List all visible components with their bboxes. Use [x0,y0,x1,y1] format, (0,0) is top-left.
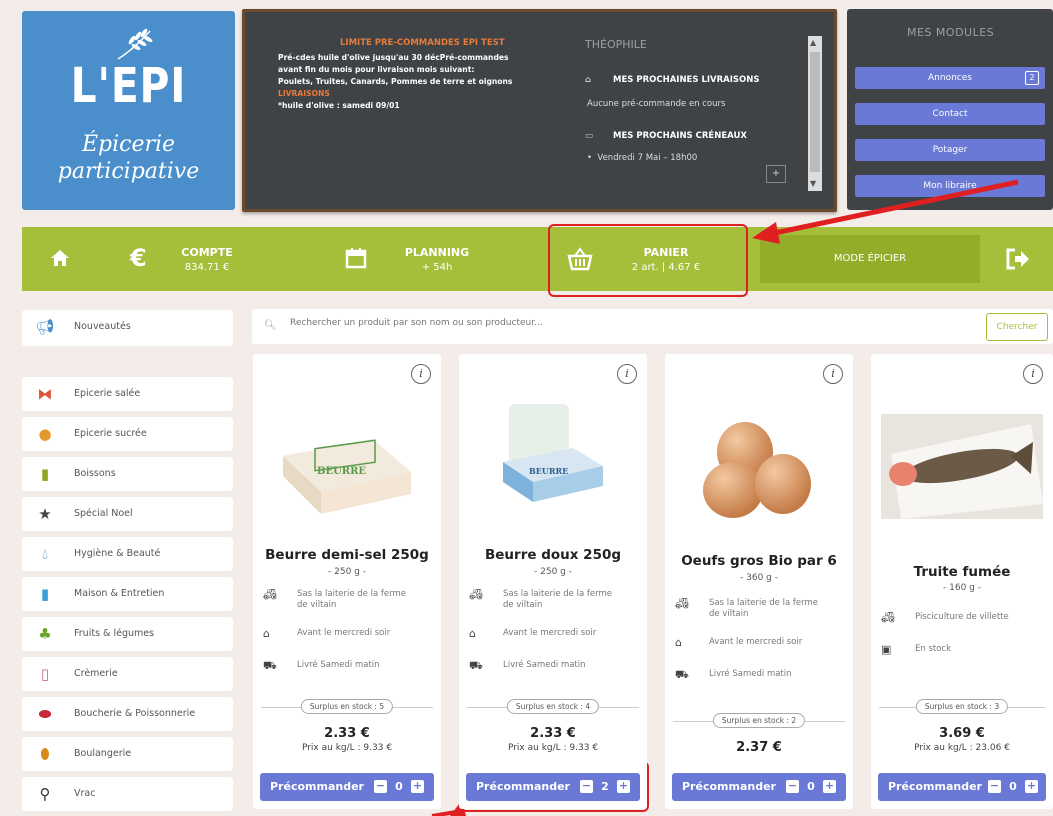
product-name: Truite fumée [913,564,1011,580]
megaphone-icon: 📢︎ [35,318,55,336]
quantity-value: 2 [601,780,609,793]
product-weight: - 250 g - [534,567,572,577]
store-icon: ▣ [881,643,892,656]
category-epicerie-sucree[interactable]: ● Epicerie sucrée [22,417,233,451]
category-cremerie[interactable]: ▯ Crèmerie [22,657,233,691]
quantity-value: 0 [807,780,815,793]
tractor-icon: 🚜︎ [263,588,277,601]
category-epicerie-salee[interactable]: ⧓ Epicerie salée [22,377,233,411]
tractor-icon: 🚜︎ [881,611,895,624]
product-weight: - 360 g - [740,573,778,583]
star-icon: ★ [38,505,52,523]
truck-icon: ⛟ [469,659,483,672]
svg-text:BEURRE: BEURRE [529,466,568,476]
product-image[interactable]: BEURRE [469,394,637,529]
category-hygiene-beaute[interactable]: 💧︎ Hygiène & Beauté [22,537,233,571]
vegetables-icon: ♣ [38,625,52,643]
product-card: i BEURRE Beurre demi-sel 250g - 250 g - … [253,354,441,809]
plus-button[interactable]: + [411,780,424,793]
product-card: i Oeufs gros Bio par 6 - 360 g - 🚜︎ Sas l… [665,354,853,809]
product-card: i Truite fumée - 160 g - 🚜︎ Pisciculture … [871,354,1053,809]
basket-icon: ⌂ [675,636,682,649]
milk-icon: ▯ [40,665,50,683]
search-button[interactable]: Chercher [986,313,1048,341]
search-input[interactable] [290,318,890,328]
preorder-button[interactable]: Précommander − 0 + [672,773,846,801]
search-bar: 🔍︎ Chercher [252,309,1053,344]
minus-button[interactable]: − [374,780,387,793]
tractor-icon: 🚜︎ [675,597,689,610]
category-boissons[interactable]: ▮ Boissons [22,457,233,491]
plus-button[interactable]: + [823,780,836,793]
quantity-value: 0 [1009,780,1017,793]
product-image[interactable] [881,394,1043,529]
meat-icon: ⬬ [38,705,52,723]
basket-icon: ⌂ [263,627,270,640]
price-per-kg: Prix au kg/L : 9.33 € [507,743,599,753]
minus-button[interactable]: − [580,780,593,793]
surplus-badge: Surplus en stock : 5 [300,699,394,714]
category-vrac[interactable]: ⚲ Vrac [22,777,233,811]
svg-text:BEURRE: BEURRE [317,466,366,477]
product-weight: - 160 g - [943,583,981,593]
surplus-badge: Surplus en stock : 3 [915,699,1009,714]
bottle-icon: ▮ [40,465,50,483]
product-price: 2.33 € [530,726,576,741]
bread-icon: ⬮ [40,745,50,763]
cookie-icon: ● [38,425,52,443]
product-weight: - 250 g - [328,567,366,577]
category-nouveautes[interactable]: 📢︎ Nouveautés [22,310,233,346]
category-boucherie[interactable]: ⬬ Boucherie & Poissonnerie [22,697,233,731]
product-name: Beurre demi-sel 250g [265,547,429,563]
surplus-badge: Surplus en stock : 2 [712,713,806,728]
preorder-button[interactable]: Précommander − 2 + [466,773,640,801]
product-name: Beurre doux 250g [484,547,622,563]
truck-icon: ⛟ [675,668,689,681]
category-boulangerie[interactable]: ⬮ Boulangerie [22,737,233,771]
category-fruits-legumes[interactable]: ♣ Fruits & légumes [22,617,233,651]
product-price: 2.37 € [736,740,782,755]
drop-icon: 💧︎ [41,545,48,563]
product-card: i BEURRE Beurre doux 250g - 250 g - 🚜︎ Sa… [459,354,647,809]
tractor-icon: 🚜︎ [469,588,483,601]
info-icon[interactable]: i [823,364,843,384]
price-per-kg: Prix au kg/L : 9.33 € [301,743,393,753]
category-maison-entretien[interactable]: ▮ Maison & Entretien [22,577,233,611]
pasta-icon: ⧓ [37,385,53,403]
minus-button[interactable]: − [786,780,799,793]
surplus-badge: Surplus en stock : 4 [506,699,600,714]
info-icon[interactable]: i [1023,364,1043,384]
product-image[interactable] [675,394,843,529]
basket-icon: ⌂ [469,627,476,640]
info-icon[interactable]: i [617,364,637,384]
quantity-value: 0 [395,780,403,793]
product-name: Oeufs gros Bio par 6 [681,553,837,569]
product-image[interactable]: BEURRE [263,394,431,529]
price-per-kg: Prix au kg/L : 23.06 € [914,743,1010,753]
category-special-noel[interactable]: ★ Spécial Noel [22,497,233,531]
scoop-icon: ⚲ [39,785,51,803]
info-icon[interactable]: i [411,364,431,384]
truck-icon: ⛟ [263,659,277,672]
search-icon: 🔍︎ [264,320,277,331]
product-price: 3.69 € [939,726,985,741]
minus-button[interactable]: − [988,780,1001,793]
preorder-button[interactable]: Précommander − 0 + [878,773,1046,801]
spray-icon: ▮ [40,585,50,603]
plus-button[interactable]: + [1025,780,1038,793]
product-price: 2.33 € [324,726,370,741]
preorder-button[interactable]: Précommander − 0 + [260,773,434,801]
plus-button[interactable]: + [617,780,630,793]
